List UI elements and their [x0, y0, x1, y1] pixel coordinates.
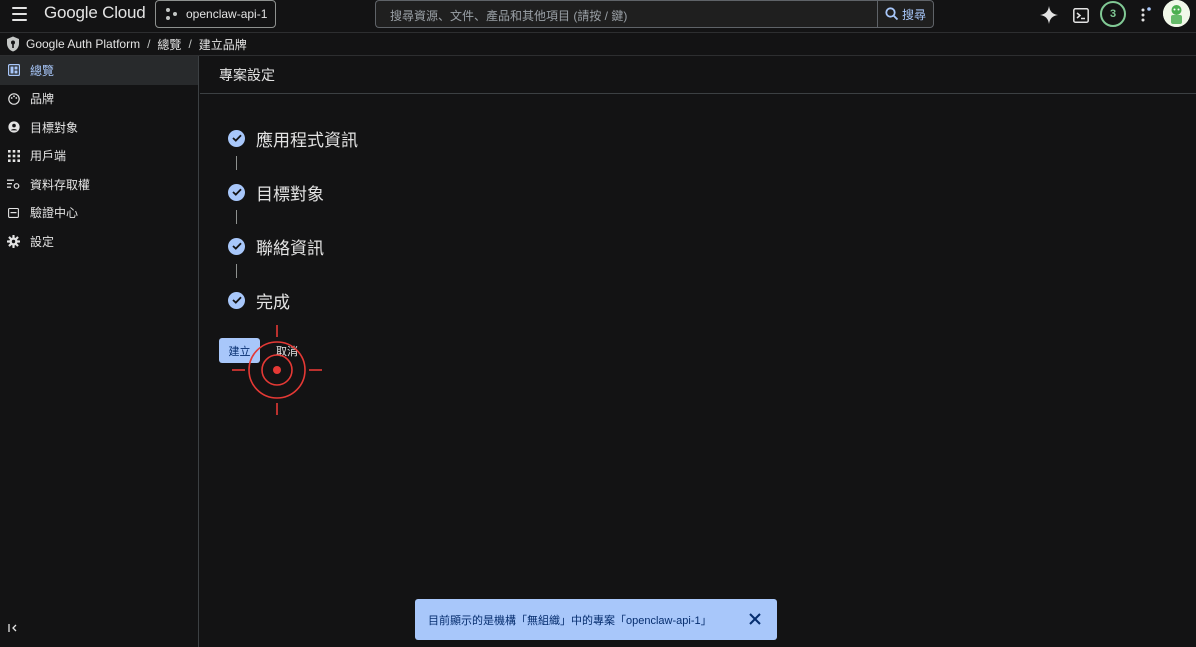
check-circle-icon [228, 129, 245, 147]
project-picker[interactable]: openclaw-api-1 [155, 0, 276, 28]
check-circle-icon [228, 183, 245, 201]
stepper: 應用程式資訊 目標對象 聯絡資訊 完成 [228, 126, 358, 312]
google-cloud-logo[interactable]: Google Cloud [44, 3, 146, 23]
step-finish[interactable]: 完成 [228, 288, 358, 312]
breadcrumb-separator: / [147, 37, 151, 51]
sidebar-item-label: 資料存取權 [30, 177, 91, 192]
sidebar-item-label: 總覽 [30, 63, 55, 78]
sidebar-item-verification[interactable]: 驗證中心 [0, 199, 198, 228]
sidebar: 總覽 品牌 目標對象 用戶端 資料存取權 驗證中心 設定 [0, 56, 199, 647]
more-vert-icon[interactable] [1132, 2, 1158, 28]
snackbar-message: 目前顯示的是機構「無組織」中的專案「openclaw-api-1」 [428, 614, 712, 627]
gemini-sparkle-icon[interactable] [1036, 2, 1062, 28]
project-name: openclaw-api-1 [186, 7, 268, 21]
search-button[interactable]: 搜尋 [877, 0, 934, 28]
apps-grid-icon [7, 149, 20, 162]
main-content: 專案設定 應用程式資訊 目標對象 聯絡資訊 完成 建立 取消 [200, 56, 1196, 647]
notifications-badge[interactable]: 3 [1100, 1, 1126, 27]
cancel-button[interactable]: 取消 [273, 338, 301, 363]
shield-icon [7, 36, 19, 52]
page-title: 專案設定 [200, 56, 1196, 94]
breadcrumb-separator: / [188, 37, 192, 51]
hamburger-icon[interactable] [8, 3, 30, 25]
check-circle-icon [228, 291, 245, 309]
breadcrumb-product[interactable]: Google Auth Platform [26, 37, 140, 51]
breadcrumb: Google Auth Platform / 總覽 / 建立品牌 [0, 32, 1196, 56]
palette-icon [7, 92, 20, 105]
sidebar-item-label: 設定 [30, 234, 55, 249]
project-icon [166, 8, 178, 20]
step-app-info[interactable]: 應用程式資訊 [228, 126, 358, 150]
gear-icon [7, 234, 20, 248]
sidebar-item-overview[interactable]: 總覽 [0, 56, 198, 85]
sidebar-item-label: 用戶端 [30, 149, 67, 164]
step-label: 目標對象 [256, 184, 324, 204]
org-snackbar: 目前顯示的是機構「無組織」中的專案「openclaw-api-1」 [415, 599, 777, 640]
calendar-icon [7, 206, 20, 219]
sidebar-item-label: 目標對象 [30, 120, 79, 135]
sidebar-item-label: 驗證中心 [30, 206, 79, 221]
step-connector [236, 264, 237, 278]
sidebar-item-settings[interactable]: 設定 [0, 227, 198, 256]
step-contact-info[interactable]: 聯絡資訊 [228, 234, 358, 258]
sidebar-item-audience[interactable]: 目標對象 [0, 113, 198, 142]
sidebar-item-label: 品牌 [30, 92, 55, 107]
search-input[interactable]: 搜尋資源、文件、產品和其他項目 (請按 / 鍵) [375, 0, 878, 28]
dashboard-icon [7, 64, 20, 77]
sidebar-item-data-access[interactable]: 資料存取權 [0, 170, 198, 199]
step-label: 應用程式資訊 [256, 130, 358, 150]
close-icon[interactable] [747, 611, 763, 627]
breadcrumb-current: 建立品牌 [198, 37, 247, 52]
search-icon [885, 7, 899, 21]
create-button[interactable]: 建立 [219, 338, 260, 363]
search-button-label: 搜尋 [901, 7, 926, 22]
step-label: 聯絡資訊 [256, 238, 324, 258]
step-connector [236, 210, 237, 224]
sidebar-item-branding[interactable]: 品牌 [0, 85, 198, 114]
avatar[interactable] [1163, 0, 1190, 27]
collapse-sidebar-icon[interactable] [6, 621, 20, 635]
sidebar-item-clients[interactable]: 用戶端 [0, 142, 198, 171]
top-bar: Google Cloud openclaw-api-1 搜尋資源、文件、產品和其… [0, 0, 1196, 32]
person-icon [7, 121, 20, 134]
step-label: 完成 [256, 292, 290, 312]
breadcrumb-overview[interactable]: 總覽 [157, 36, 181, 53]
check-circle-icon [228, 237, 245, 255]
cloud-shell-icon[interactable] [1068, 2, 1094, 28]
step-audience[interactable]: 目標對象 [228, 180, 358, 204]
step-connector [236, 156, 237, 170]
data-access-icon [7, 178, 20, 191]
